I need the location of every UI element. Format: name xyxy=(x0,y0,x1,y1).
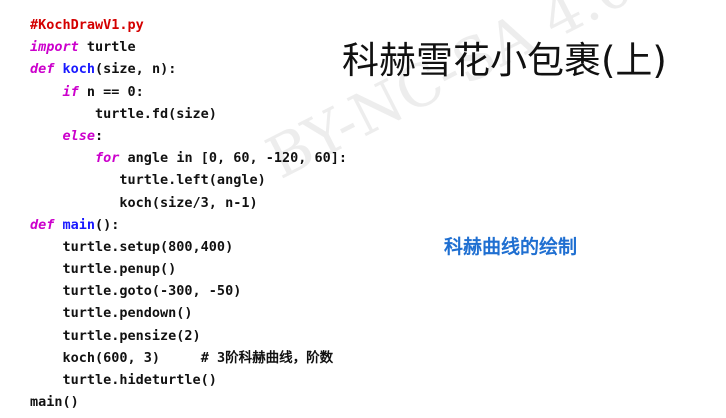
code-line: main() xyxy=(30,391,347,413)
code-line: turtle.fd(size) xyxy=(30,103,347,125)
code-token: koch xyxy=(62,61,96,78)
code-token: turtle.goto(-300, -50) xyxy=(30,283,242,300)
code-token: koch(600, 3) xyxy=(30,349,201,366)
code-line: turtle.hideturtle() xyxy=(30,369,347,391)
code-token: koch(size/3, n-1) xyxy=(30,194,258,211)
code-token: turtle.setup(800,400) xyxy=(30,238,234,255)
code-token: main xyxy=(62,216,96,233)
code-line: koch(600, 3) # 3阶科赫曲线，阶数 xyxy=(30,347,347,369)
code-token: turtle.left(angle) xyxy=(30,172,266,189)
code-line: else: xyxy=(30,125,347,147)
code-line: if n == 0: xyxy=(30,81,347,103)
code-token: turtle.hideturtle() xyxy=(30,372,217,388)
code-token: : xyxy=(95,127,104,144)
code-line: turtle.left(angle) xyxy=(30,169,347,191)
code-line: def main(): xyxy=(30,214,347,236)
code-token: if xyxy=(62,83,79,100)
slide-subtitle: 科赫曲线的绘制 xyxy=(444,236,578,258)
code-line: for angle in [0, 60, -120, 60]: xyxy=(30,147,347,169)
code-token: angle in [0, 60, -120, 60]: xyxy=(119,150,347,167)
code-line: #KochDrawV1.py xyxy=(30,14,347,36)
code-token: turtle.pensize(2) xyxy=(30,327,201,344)
code-line: turtle.goto(-300, -50) xyxy=(30,280,347,302)
code-token: (size, n): xyxy=(95,61,177,78)
code-line: turtle.penup() xyxy=(30,258,347,280)
code-block: #KochDrawV1.py import turtle def koch(size… xyxy=(30,14,347,413)
code-token: turtle.fd(size) xyxy=(30,105,217,122)
code-token: else xyxy=(62,127,96,144)
code-token: (): xyxy=(95,216,120,233)
code-token: #KochDrawV1.py xyxy=(30,17,144,33)
code-token: def xyxy=(30,61,55,78)
code-token: turtle.pendown() xyxy=(30,305,193,322)
code-token: for xyxy=(95,150,120,167)
code-token: turtle.penup() xyxy=(30,261,177,278)
slide: BY-NC-SA 4.0 嵩天 #KochDrawV1.py import tur… xyxy=(0,0,726,418)
code-line: def koch(size, n): xyxy=(30,58,347,80)
code-token: main() xyxy=(30,394,79,411)
code-token: import xyxy=(30,39,79,56)
code-token: turtle xyxy=(78,39,136,56)
code-line: koch(size/3, n-1) xyxy=(30,192,347,214)
slide-title: 科赫雪花小包裹(上) xyxy=(342,39,667,82)
code-line: turtle.pensize(2) xyxy=(30,325,347,347)
code-token: # 3阶科赫曲线，阶数 xyxy=(200,349,334,366)
code-line: import turtle xyxy=(30,36,347,58)
code-token: n == 0: xyxy=(78,83,144,100)
code-line: turtle.setup(800,400) xyxy=(30,236,347,258)
code-token: def xyxy=(30,216,55,233)
code-line: turtle.pendown() xyxy=(30,302,347,324)
